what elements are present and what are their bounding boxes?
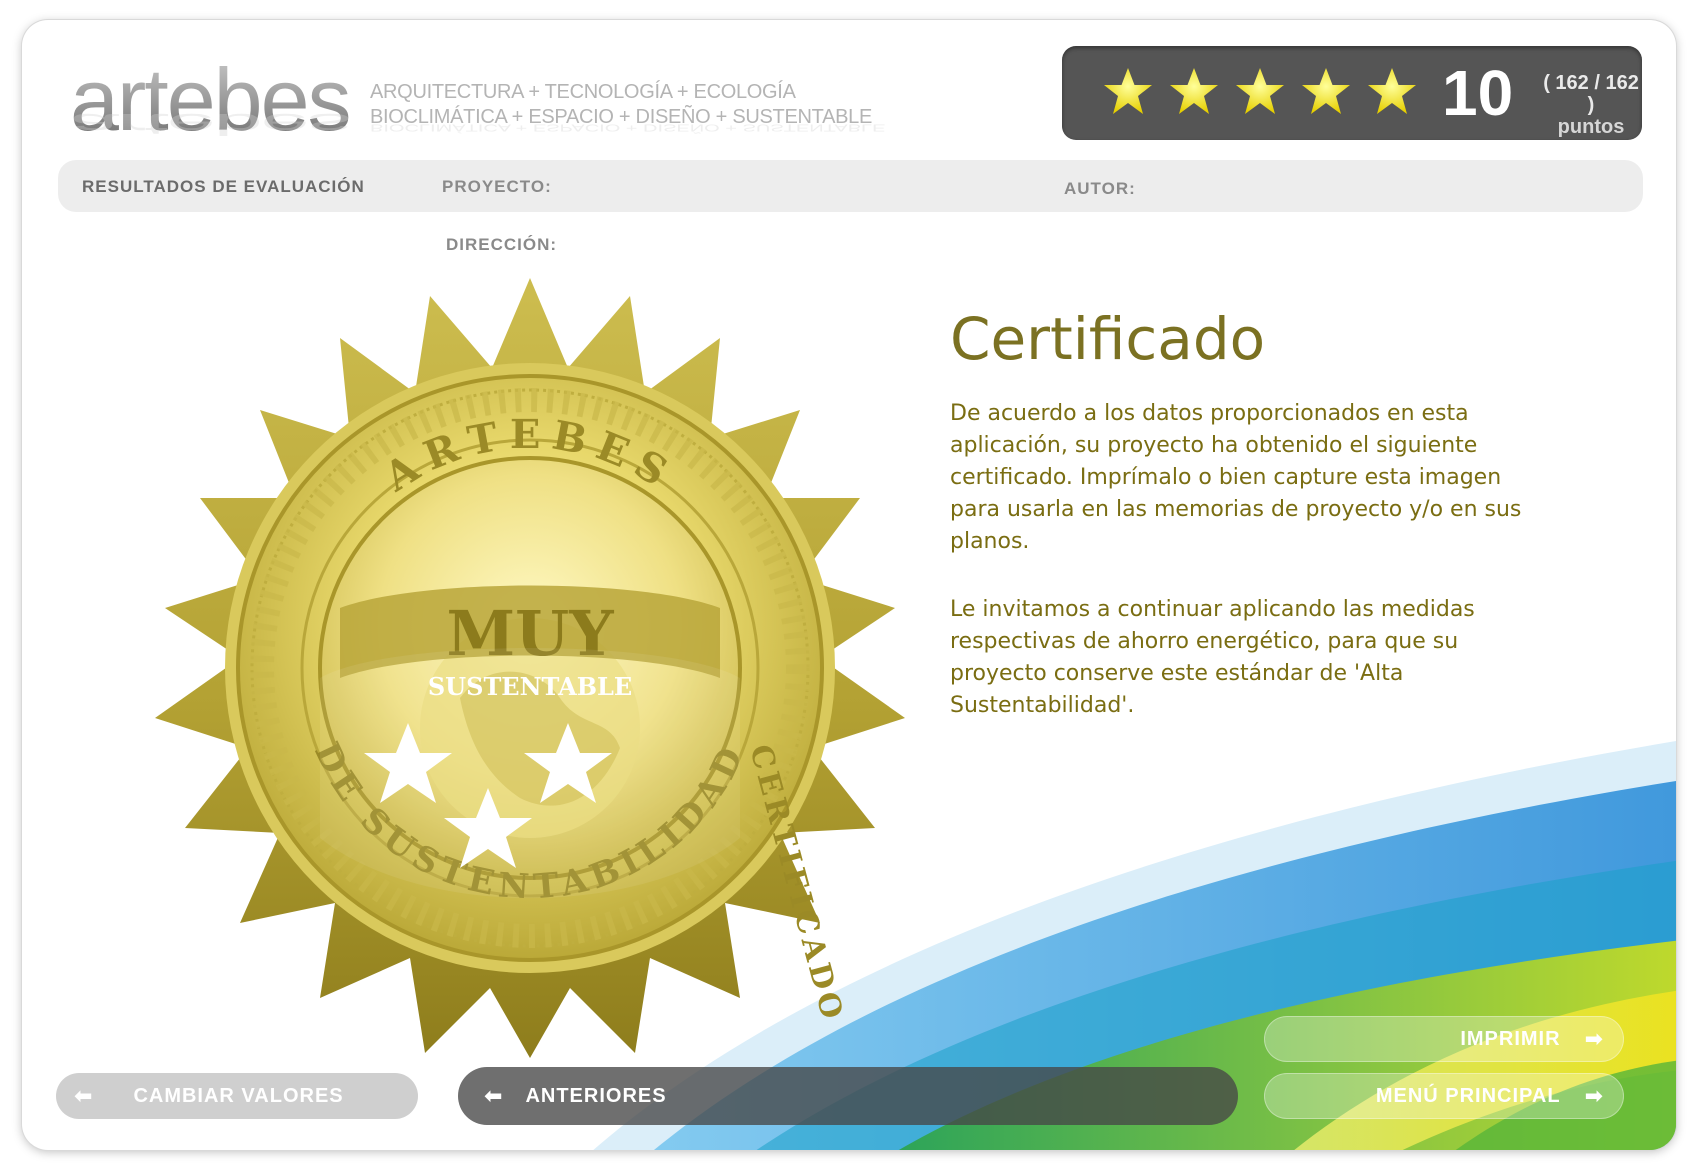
previous-label: ANTERIORES bbox=[525, 1084, 667, 1107]
arrow-left-icon: ⬅ bbox=[74, 1083, 94, 1108]
main-menu-button[interactable]: MENÚ PRINCIPAL ➡ bbox=[1264, 1073, 1624, 1119]
author-label: AUTOR: bbox=[1064, 179, 1136, 198]
points-label: puntos bbox=[1557, 116, 1625, 138]
arrow-left-icon: ⬅ bbox=[484, 1083, 504, 1108]
star-icon bbox=[1170, 68, 1218, 114]
sustainability-seal: MUY SUSTENTABLE ARTEBES DE SUSTENTABILID… bbox=[155, 278, 905, 1058]
change-values-button[interactable]: ⬅ CAMBIAR VALORES bbox=[56, 1073, 418, 1119]
certificate-paragraph-1: De acuerdo a los datos proporcionados en… bbox=[950, 401, 1522, 554]
score-panel: 10 ( 162 / 162 ) puntos bbox=[1062, 46, 1642, 140]
project-label: PROYECTO: bbox=[442, 177, 552, 196]
previous-button[interactable]: ⬅ ANTERIORES bbox=[458, 1067, 1238, 1125]
rating-stars bbox=[1102, 66, 1418, 118]
star-icon bbox=[1368, 68, 1416, 114]
star-icon bbox=[1236, 68, 1284, 114]
score-value: 10 bbox=[1442, 57, 1514, 129]
star-icon bbox=[1104, 68, 1152, 114]
star-icon bbox=[1302, 68, 1350, 114]
print-label: IMPRIMIR bbox=[1460, 1027, 1561, 1050]
certificate-title: Certificado bbox=[950, 305, 1266, 373]
tagline-reflection: BIOCLIMÁTICA + ESPACIO + DISEÑO + SUSTEN… bbox=[370, 122, 886, 133]
arrow-right-icon: ➡ bbox=[1584, 1083, 1604, 1108]
certificate-paragraph-2: Le invitamos a continuar aplicando las m… bbox=[950, 597, 1475, 718]
arrow-right-icon: ➡ bbox=[1584, 1026, 1604, 1051]
tagline-line-1: ARQUITECTURA + TECNOLOGÍA + ECOLOGÍA bbox=[370, 81, 796, 103]
section-title: RESULTADOS DE EVALUACIÓN bbox=[82, 177, 365, 196]
main-menu-label: MENÚ PRINCIPAL bbox=[1375, 1084, 1561, 1107]
change-values-label: CAMBIAR VALORES bbox=[133, 1084, 344, 1107]
points-detail: ( 162 / 162 ) bbox=[1543, 72, 1639, 116]
score-detail: ( 162 / 162 ) puntos bbox=[1540, 72, 1642, 138]
logo-reflection: artebes bbox=[70, 107, 350, 143]
address-label: DIRECCIÓN: bbox=[446, 235, 558, 254]
print-button[interactable]: IMPRIMIR ➡ bbox=[1264, 1016, 1624, 1062]
app-window: artebes artebes ARQUITECTURA + TECNOLOGÍ… bbox=[22, 20, 1676, 1150]
